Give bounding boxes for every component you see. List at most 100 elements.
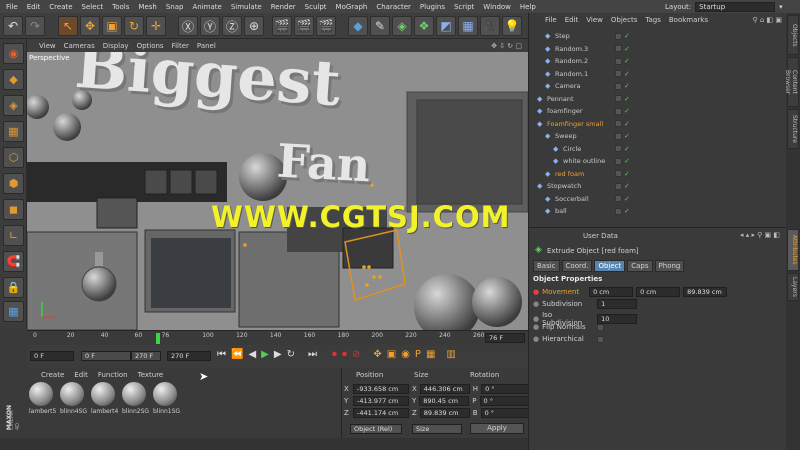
position-x-field[interactable]: -933.658 cm	[353, 384, 409, 394]
edges-mode-icon[interactable]: ⬢	[3, 173, 24, 194]
material-menu-create[interactable]: Create	[41, 371, 64, 379]
flip-normals-checkbox[interactable]	[597, 323, 605, 331]
timeline-ruler[interactable]: 0 20 40 60 76 100 120 140 160 180 200 220 240 260 76 …	[27, 330, 528, 345]
viewport-menu-cameras[interactable]: Cameras	[64, 42, 95, 50]
object-search-icons[interactable]: ⚲ ⌂ ◧ ▣	[753, 16, 782, 24]
deformer-icon[interactable]: ◩	[436, 16, 456, 36]
scale-key-icon[interactable]: ▣	[387, 349, 396, 360]
keyframe-selection-icon[interactable]: ⊘	[352, 349, 360, 360]
enabled-check-icon[interactable]: ✓	[624, 120, 630, 128]
tab-coord[interactable]: Coord.	[561, 260, 593, 272]
model-mode-icon[interactable]: ◆	[3, 69, 24, 90]
camera-icon[interactable]: 🎥	[480, 16, 500, 36]
menu-help[interactable]: Help	[520, 3, 536, 11]
object-row[interactable]: ◆ Camera ✓	[529, 80, 787, 93]
autokey-icon[interactable]: ⏺	[342, 349, 347, 360]
visibility-toggle[interactable]: ✓	[615, 132, 630, 140]
visibility-toggle[interactable]: ✓	[615, 95, 630, 103]
light-icon[interactable]: 💡	[502, 16, 522, 36]
attr-header[interactable]: User Data	[583, 232, 618, 240]
world-axis-icon[interactable]: ⊕	[244, 16, 264, 36]
menu-sculpt[interactable]: Sculpt	[305, 3, 327, 11]
enabled-check-icon[interactable]: ✓	[624, 207, 630, 215]
object-row[interactable]: ◆ white outline ✓	[529, 155, 787, 168]
tab-phong[interactable]: Phong	[654, 260, 685, 272]
range-end-field[interactable]: 270 F	[131, 351, 161, 361]
viewport-menu-filter[interactable]: Filter	[172, 42, 189, 50]
scale-tool-icon[interactable]: ▣	[102, 16, 122, 36]
record-icon[interactable]: ⏺	[332, 349, 337, 360]
menu-script[interactable]: Script	[454, 3, 474, 11]
menu-render[interactable]: Render	[271, 3, 296, 11]
select-tool-icon[interactable]: ↖	[58, 16, 78, 36]
layout-dropdown[interactable]: Startup	[695, 1, 776, 12]
position-y-field[interactable]: -413.977 cm	[353, 396, 409, 406]
sidetab-layers[interactable]: Layers	[787, 273, 799, 301]
x-axis-icon[interactable]: Ⓧ	[178, 16, 198, 36]
y-axis-icon[interactable]: Ⓨ	[200, 16, 220, 36]
size-y-field[interactable]: 890.45 cm	[419, 396, 470, 406]
make-editable-icon[interactable]: ◉	[3, 43, 24, 64]
loop-icon[interactable]: ↻	[287, 349, 295, 360]
object-row[interactable]: ◆ ball ✓	[529, 205, 787, 218]
hierarchical-checkbox[interactable]	[597, 335, 605, 343]
visibility-toggle[interactable]: ✓	[615, 207, 630, 215]
position-key-icon[interactable]: ✥	[373, 349, 381, 360]
visibility-toggle[interactable]: ✓	[615, 145, 630, 153]
size-x-field[interactable]: 446.306 cm	[419, 384, 470, 394]
snap-icon[interactable]: 🧲	[3, 251, 24, 272]
sidetab-content-browser[interactable]: Content Browser	[784, 57, 799, 107]
viewport-nav-icons[interactable]: ✥ ⇩ ↻ ▢	[491, 42, 522, 50]
enabled-check-icon[interactable]: ✓	[624, 70, 630, 78]
viewport-menu-options[interactable]: Options	[137, 42, 164, 50]
spline-pen-icon[interactable]: ✎	[370, 16, 390, 36]
rotation-b-field[interactable]: 0 °	[480, 408, 531, 418]
enabled-check-icon[interactable]: ✓	[624, 107, 630, 115]
enabled-check-icon[interactable]: ✓	[624, 195, 630, 203]
object-menu-file[interactable]: File	[545, 16, 557, 24]
end-frame-field[interactable]: 270 F	[167, 351, 211, 361]
redo-icon[interactable]: ↷	[25, 16, 45, 36]
chevron-down-icon[interactable]: ▾	[779, 3, 783, 11]
z-axis-icon[interactable]: Ⓩ	[222, 16, 242, 36]
live-selection-icon[interactable]: ✛	[146, 16, 166, 36]
menu-snap[interactable]: Snap	[166, 3, 184, 11]
menu-mesh[interactable]: Mesh	[138, 3, 156, 11]
menu-simulate[interactable]: Simulate	[231, 3, 262, 11]
size-mode-dropdown[interactable]: Size	[412, 424, 462, 434]
visibility-toggle[interactable]: ✓	[615, 107, 630, 115]
step-forward-icon[interactable]: ▶	[274, 349, 282, 360]
material-menu-edit[interactable]: Edit	[74, 371, 88, 379]
object-menu-bookmarks[interactable]: Bookmarks	[669, 16, 708, 24]
tab-object[interactable]: Object	[594, 260, 626, 272]
object-row[interactable]: ◆ Random.2 ✓	[529, 55, 787, 68]
sidetab-objects[interactable]: Objects	[787, 15, 799, 55]
material-swatch[interactable]: blinn2SG	[122, 382, 149, 415]
rotate-tool-icon[interactable]: ↻	[124, 16, 144, 36]
enabled-check-icon[interactable]: ✓	[624, 157, 630, 165]
range-start-field[interactable]: 0 F	[81, 351, 131, 361]
menu-animate[interactable]: Animate	[192, 3, 221, 11]
size-z-field[interactable]: 89.839 cm	[419, 408, 470, 418]
visibility-toggle[interactable]: ✓	[615, 82, 630, 90]
previous-key-icon[interactable]: ⏪	[231, 349, 243, 360]
keyframe-dot-icon[interactable]: ●	[533, 288, 539, 296]
param-key-icon[interactable]: P	[415, 349, 421, 360]
material-swatch[interactable]: lambert4	[91, 382, 118, 415]
object-row[interactable]: ◆ Step ✓	[529, 30, 787, 43]
viewport-menu-panel[interactable]: Panel	[197, 42, 216, 50]
object-row[interactable]: ◆ foamfinger ✓	[529, 105, 787, 118]
axis-mode-icon[interactable]: ∟	[3, 225, 24, 246]
go-to-end-icon[interactable]: ⏭	[308, 349, 317, 360]
object-menu-edit[interactable]: Edit	[565, 16, 579, 24]
pla-key-icon[interactable]: ▦	[426, 349, 435, 360]
cube-icon[interactable]: ◆	[348, 16, 368, 36]
subdivision-icon[interactable]: ◈	[392, 16, 412, 36]
visibility-toggle[interactable]: ✓	[615, 70, 630, 78]
sidetab-structure[interactable]: Structure	[787, 109, 799, 149]
movement-x-field[interactable]: 0 cm	[589, 287, 634, 297]
enabled-check-icon[interactable]: ✓	[624, 182, 630, 190]
texture-mode-icon[interactable]: ◈	[3, 95, 24, 116]
sidetab-attributes[interactable]: Attributes	[787, 229, 799, 271]
points-mode-icon[interactable]: ⬡	[3, 147, 24, 168]
